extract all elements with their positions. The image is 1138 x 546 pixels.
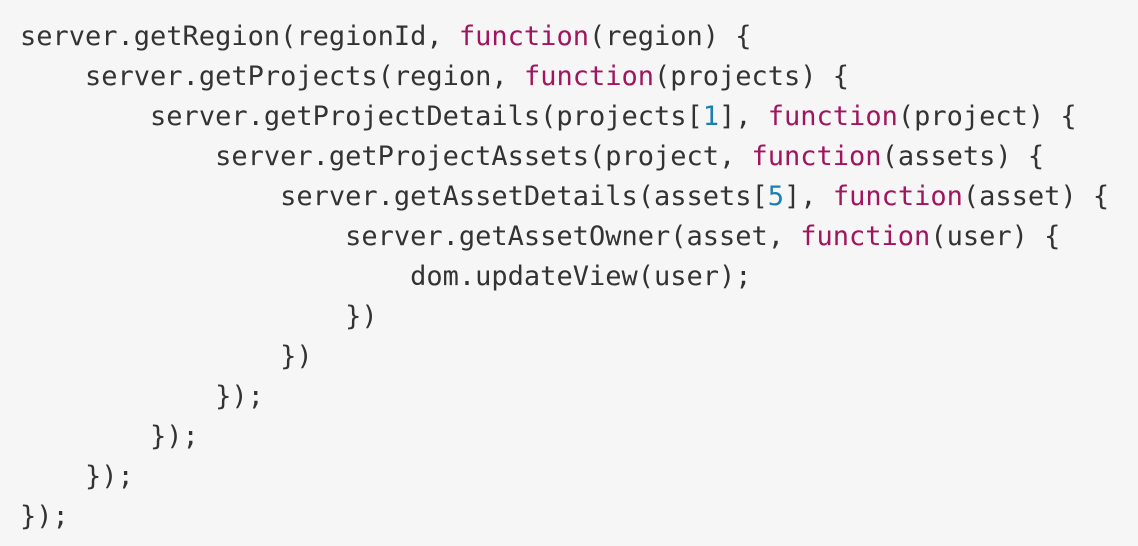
code-line: });: [20, 377, 1138, 417]
keyword-token: function: [767, 101, 898, 132]
punctuation-token: });: [150, 421, 199, 452]
code-line: dom.updateView(user);: [20, 257, 1138, 297]
code-token: (project) {: [897, 101, 1077, 132]
code-token: dom.updateView(user);: [410, 261, 752, 292]
punctuation-token: });: [215, 381, 264, 412]
code-token: server.getProjectDetails(projects[: [150, 101, 703, 132]
punctuation-token: }): [345, 301, 378, 332]
code-token: (asset) {: [962, 181, 1110, 212]
code-line: server.getProjects(region, function(proj…: [20, 57, 1138, 97]
code-token: ],: [719, 101, 768, 132]
code-token: (user) {: [930, 221, 1061, 252]
number-token: 1: [702, 101, 719, 132]
code-token: server.getAssetDetails(assets[: [280, 181, 768, 212]
keyword-token: function: [523, 61, 654, 92]
code-line: server.getAssetOwner(asset, function(use…: [20, 217, 1138, 257]
punctuation-token: }): [280, 341, 313, 372]
code-token: (region) {: [588, 21, 752, 52]
keyword-token: function: [800, 221, 931, 252]
code-line: server.getRegion(regionId, function(regi…: [20, 17, 1138, 57]
code-token: (assets) {: [881, 141, 1045, 172]
code-line: server.getAssetDetails(assets[5], functi…: [20, 177, 1138, 217]
code-token: server.getProjectAssets(project,: [215, 141, 752, 172]
code-line: }): [20, 337, 1138, 377]
keyword-token: function: [751, 141, 882, 172]
code-block: server.getRegion(regionId, function(regi…: [0, 0, 1138, 546]
code-line: }): [20, 297, 1138, 337]
keyword-token: function: [832, 181, 963, 212]
code-line: });: [20, 417, 1138, 457]
code-token: server.getProjects(region,: [85, 61, 524, 92]
code-line: });: [20, 457, 1138, 497]
code-token: ],: [784, 181, 833, 212]
code-token: (projects) {: [653, 61, 850, 92]
punctuation-token: });: [20, 501, 69, 532]
number-token: 5: [767, 181, 785, 212]
code-line: server.getProjectDetails(projects[1], fu…: [20, 97, 1138, 137]
code-token: server.getRegion(regionId,: [20, 21, 459, 52]
code-line: server.getProjectAssets(project, functio…: [20, 137, 1138, 177]
code-line: });: [20, 497, 1138, 537]
code-token: server.getAssetOwner(asset,: [345, 221, 801, 252]
keyword-token: function: [458, 21, 589, 52]
punctuation-token: });: [85, 461, 134, 492]
